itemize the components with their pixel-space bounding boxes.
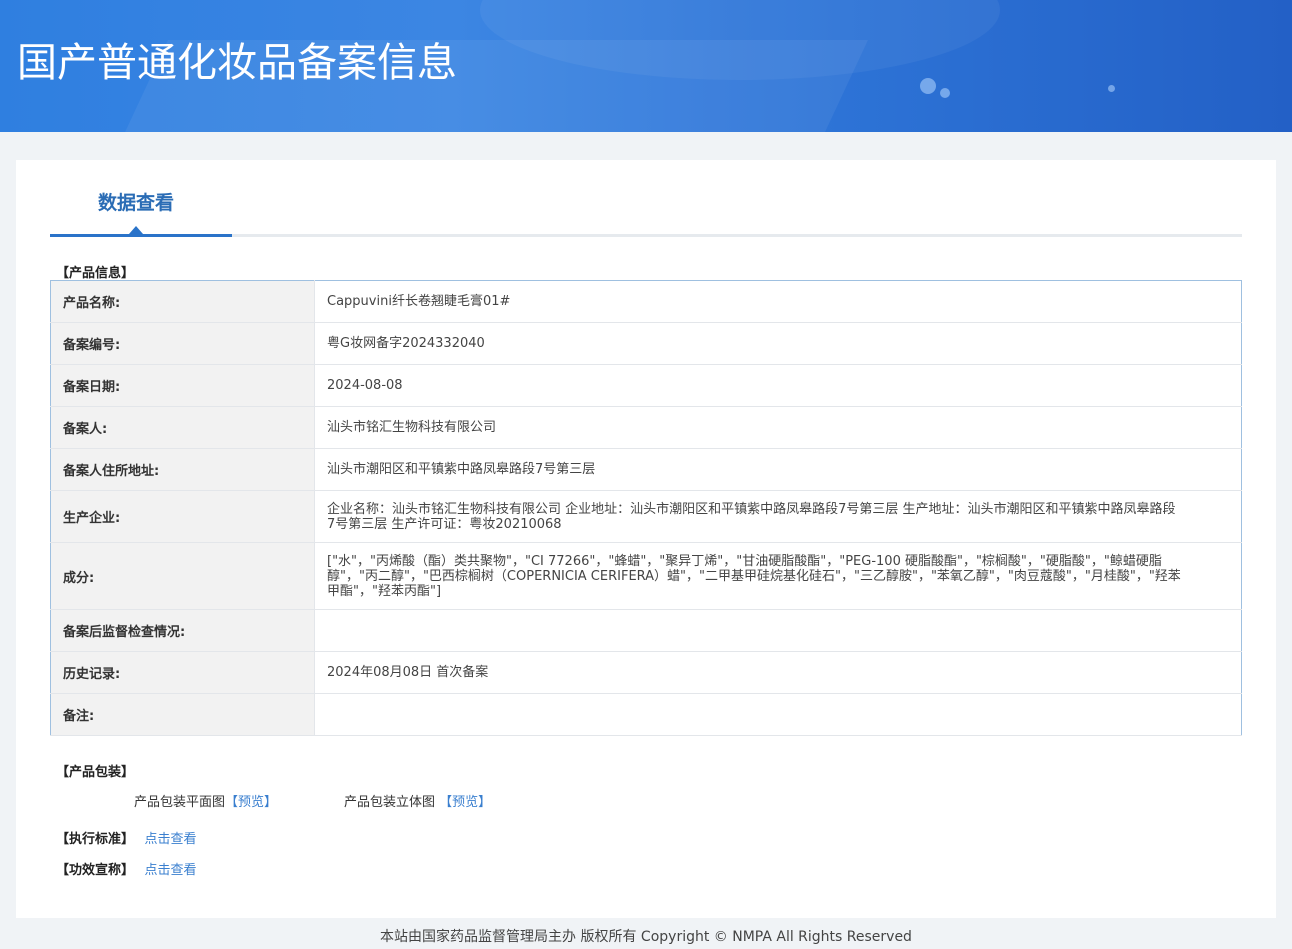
packaging-solid-label: 产品包装立体图 [344, 795, 436, 810]
banner-dot [940, 88, 950, 98]
row-value: 2024年08月08日 首次备案 [314, 651, 1242, 694]
standard-view-link[interactable]: 点击查看 [145, 832, 197, 847]
row-label: 备注: [50, 693, 315, 736]
row-label: 备案人住所地址: [50, 448, 315, 491]
row-value: ["水"，"丙烯酸（酯）类共聚物"，"CI 77266"，"蜂蜡"，"聚异丁烯"… [314, 542, 1242, 610]
packaging-flat-label: 产品包装平面图 [134, 795, 226, 810]
row-label: 产品名称: [50, 280, 315, 323]
row-value [314, 609, 1242, 652]
table-row: 历史记录: 2024年08月08日 首次备案 [50, 651, 1242, 694]
table-row: 备注: [50, 693, 1242, 736]
packaging-flat-preview-link[interactable]: 【预览】 [225, 795, 277, 810]
product-info-table: 产品名称: Cappuvini纤长卷翘睫毛膏01# 备案编号: 粤G妆网备字20… [50, 280, 1242, 736]
section-standard-label: 【执行标准】 [56, 832, 135, 847]
row-value: 粤G妆网备字2024332040 [314, 322, 1242, 365]
table-row: 生产企业: 企业名称：汕头市铭汇生物科技有限公司 企业地址：汕头市潮阳区和平镇紫… [50, 490, 1242, 543]
packaging-solid: 产品包装立体图 【预览】 [344, 791, 491, 810]
row-value: 企业名称：汕头市铭汇生物科技有限公司 企业地址：汕头市潮阳区和平镇紫中路凤皋路段… [314, 490, 1242, 543]
content-card: 数据查看 【产品信息】 产品名称: Cappuvini纤长卷翘睫毛膏01# 备案… [16, 160, 1276, 918]
row-value: Cappuvini纤长卷翘睫毛膏01# [314, 280, 1242, 323]
section-efficacy: 【功效宣称】 点击查看 [56, 859, 197, 878]
row-label: 备案日期: [50, 364, 315, 407]
section-standard: 【执行标准】 点击查看 [56, 828, 197, 847]
page-title: 国产普通化妆品备案信息 [17, 40, 457, 86]
table-row: 备案人住所地址: 汕头市潮阳区和平镇紫中路凤皋路段7号第三层 [50, 448, 1242, 491]
header-banner: 国产普通化妆品备案信息 [0, 0, 1292, 132]
packaging-flat: 产品包装平面图【预览】 [134, 791, 277, 810]
tab-active-caret-icon [129, 226, 143, 234]
row-value [314, 693, 1242, 736]
row-label: 成分: [50, 542, 315, 610]
banner-dot [920, 78, 936, 94]
row-value: 汕头市铭汇生物科技有限公司 [314, 406, 1242, 449]
table-row: 备案编号: 粤G妆网备字2024332040 [50, 322, 1242, 365]
table-row: 备案人: 汕头市铭汇生物科技有限公司 [50, 406, 1242, 449]
row-label: 备案后监督检查情况: [50, 609, 315, 652]
row-value: 2024-08-08 [314, 364, 1242, 407]
row-label: 历史记录: [50, 651, 315, 694]
tab-data-view[interactable]: 数据查看 [50, 160, 232, 237]
table-row: 成分: ["水"，"丙烯酸（酯）类共聚物"，"CI 77266"，"蜂蜡"，"聚… [50, 542, 1242, 610]
footer-copyright: 本站由国家药品监督管理局主办 版权所有 Copyright © NMPA All… [380, 929, 912, 945]
tab-label: 数据查看 [98, 192, 175, 214]
banner-dot [1108, 85, 1115, 92]
row-value: 汕头市潮阳区和平镇紫中路凤皋路段7号第三层 [314, 448, 1242, 491]
tab-bar: 数据查看 [50, 160, 1242, 237]
row-label: 备案编号: [50, 322, 315, 365]
table-row: 产品名称: Cappuvini纤长卷翘睫毛膏01# [50, 280, 1242, 323]
packaging-solid-preview-link[interactable]: 【预览】 [439, 795, 491, 810]
row-label: 生产企业: [50, 490, 315, 543]
table-row: 备案后监督检查情况: [50, 609, 1242, 652]
efficacy-view-link[interactable]: 点击查看 [145, 863, 197, 878]
row-label: 备案人: [50, 406, 315, 449]
section-product-info: 【产品信息】 [56, 266, 135, 281]
section-packaging: 【产品包装】 [56, 765, 135, 780]
section-efficacy-label: 【功效宣称】 [56, 863, 135, 878]
table-row: 备案日期: 2024-08-08 [50, 364, 1242, 407]
